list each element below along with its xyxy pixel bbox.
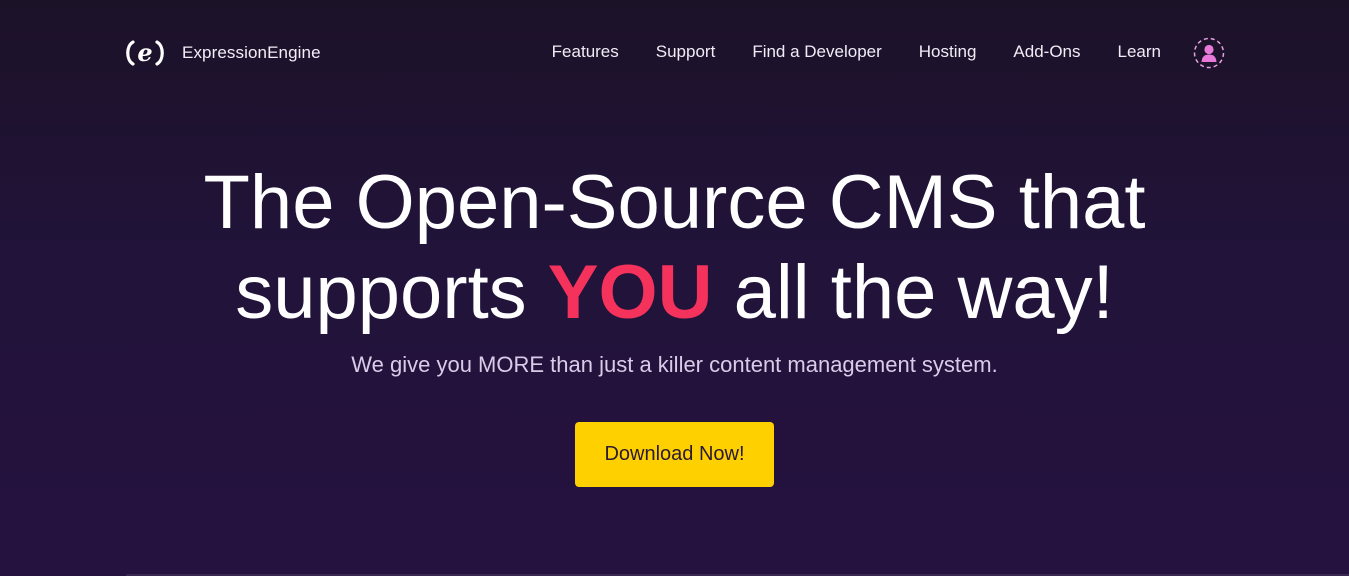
hero-subheadline: We give you MORE than just a killer cont… (351, 352, 998, 377)
download-now-button[interactable]: Download Now! (575, 422, 774, 487)
nav-link-learn[interactable]: Learn (1118, 42, 1161, 62)
nav-link-add-ons[interactable]: Add-Ons (1013, 42, 1080, 62)
hero-headline: The Open-Source CMS that supports YOU al… (0, 158, 1349, 338)
main-navigation: Features Support Find a Developer Hostin… (515, 42, 1161, 62)
headline-line-2-pre: supports (235, 250, 548, 335)
account-avatar-button[interactable] (1193, 37, 1225, 69)
headline-line-1: The Open-Source CMS that (203, 160, 1146, 245)
expressionengine-logo-icon: e (124, 38, 166, 68)
site-header: e ExpressionEngine Features Support Find… (0, 0, 1349, 106)
nav-link-find-a-developer[interactable]: Find a Developer (752, 42, 881, 62)
headline-accent-you: YOU (547, 250, 713, 335)
user-avatar-icon (1193, 37, 1225, 69)
nav-link-features[interactable]: Features (552, 42, 619, 62)
svg-text:e: e (137, 38, 152, 67)
headline-line-2-post: all the way! (712, 250, 1114, 335)
hero-section: The Open-Source CMS that supports YOU al… (0, 158, 1349, 378)
nav-link-support[interactable]: Support (656, 42, 716, 62)
brand-name: ExpressionEngine (182, 43, 321, 62)
nav-link-hosting[interactable]: Hosting (919, 42, 977, 62)
brand-logo-link[interactable]: e ExpressionEngine (124, 38, 321, 68)
